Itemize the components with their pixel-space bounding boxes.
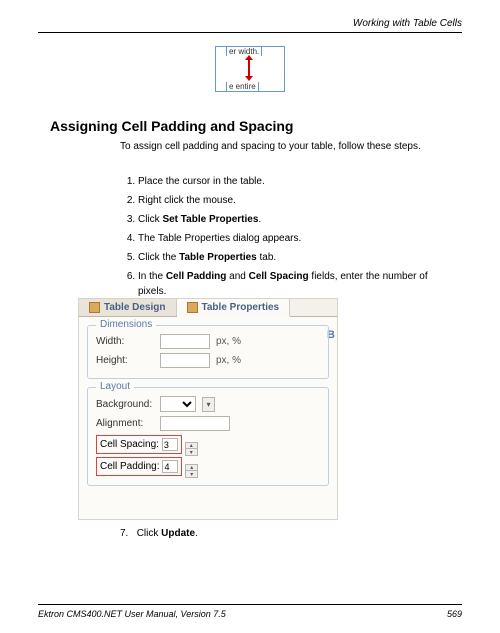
header-rule — [38, 32, 462, 33]
header-breadcrumb: Working with Table Cells — [353, 18, 462, 29]
table-properties-icon — [187, 302, 198, 313]
step-item: In the Cell Padding and Cell Spacing fie… — [138, 269, 440, 299]
steps-list: Place the cursor in the table. Right cli… — [120, 174, 440, 303]
group-title: Dimensions — [96, 319, 156, 330]
step-7: 7. Click Update. — [120, 528, 198, 539]
cell-padding-highlight: Cell Padding: — [96, 457, 182, 476]
illustration-bottom-label: e entire — [226, 82, 259, 92]
cell-padding-label: Cell Padding: — [100, 461, 159, 472]
width-input[interactable] — [160, 334, 210, 349]
cell-padding-input[interactable] — [162, 460, 178, 473]
tab-table-properties[interactable]: Table Properties — [177, 299, 291, 317]
table-design-icon — [89, 302, 100, 313]
step-item: The Table Properties dialog appears. — [138, 231, 440, 246]
cell-width-illustration: er width. e entire — [215, 46, 285, 92]
table-properties-dialog: Table Design Table Properties B Dimensio… — [78, 298, 338, 520]
alignment-input[interactable] — [160, 416, 230, 431]
step-item: Right click the mouse. — [138, 193, 440, 208]
chevron-down-icon[interactable]: ▾ — [186, 471, 197, 477]
footer-rule — [38, 604, 462, 605]
group-title: Layout — [96, 381, 134, 392]
height-label: Height: — [96, 355, 154, 366]
height-input[interactable] — [160, 353, 210, 368]
background-label: Background: — [96, 399, 154, 410]
step-item: Click Set Table Properties. — [138, 212, 440, 227]
chevron-down-icon[interactable]: ▾ — [186, 449, 197, 455]
cell-spacing-highlight: Cell Spacing: — [96, 435, 182, 454]
vertical-arrow-icon — [248, 59, 250, 77]
cell-spacing-spinner[interactable]: ▴▾ — [185, 442, 198, 456]
tab-table-design[interactable]: Table Design — [79, 299, 177, 316]
alignment-label: Alignment: — [96, 418, 154, 429]
step-item: Place the cursor in the table. — [138, 174, 440, 189]
tab-bar: Table Design Table Properties — [79, 299, 337, 317]
units-label: px, % — [216, 355, 241, 366]
width-label: Width: — [96, 336, 154, 347]
background-select[interactable] — [160, 396, 196, 412]
cell-spacing-input[interactable] — [162, 438, 178, 451]
section-intro: To assign cell padding and spacing to yo… — [120, 140, 440, 154]
cell-padding-spinner[interactable]: ▴▾ — [185, 464, 198, 478]
dimensions-group: Dimensions Width: px, % Height: px, % — [87, 325, 329, 379]
dropdown-icon[interactable]: ▾ — [202, 397, 215, 412]
cell-spacing-label: Cell Spacing: — [100, 439, 159, 450]
footer-page-number: 569 — [447, 609, 462, 619]
section-heading: Assigning Cell Padding and Spacing — [50, 118, 293, 134]
tab-label: Table Design — [104, 302, 166, 313]
layout-group: Layout Background: ▾ Alignment: Cell Spa… — [87, 387, 329, 486]
footer-manual-title: Ektron CMS400.NET User Manual, Version 7… — [38, 609, 226, 619]
tab-label: Table Properties — [202, 302, 280, 313]
step-item: Click the Table Properties tab. — [138, 250, 440, 265]
units-label: px, % — [216, 336, 241, 347]
